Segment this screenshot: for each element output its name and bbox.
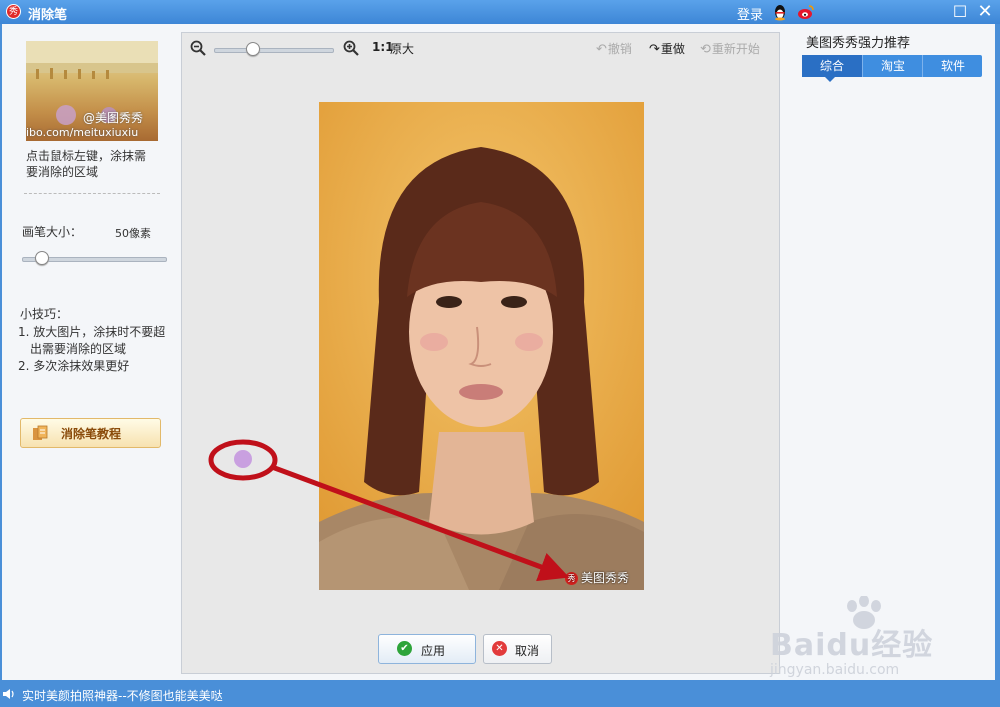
brush-size-value: 50像素	[115, 227, 151, 240]
cancel-button-label: 取消	[515, 644, 540, 658]
brush-size-slider-handle[interactable]	[35, 251, 50, 265]
tips-title: 小技巧：	[20, 307, 69, 321]
window-title: 消除笔	[28, 8, 68, 23]
maximize-button[interactable]: ☐	[950, 2, 970, 22]
recommend-title: 美图秀秀强力推荐	[806, 36, 911, 51]
brush-cursor	[234, 450, 252, 468]
status-text[interactable]: 实时美颜拍照神器--不修图也能美美哒	[22, 687, 223, 704]
status-bar: 实时美颜拍照神器--不修图也能美美哒	[0, 682, 1000, 707]
recommend-panel: 美图秀秀强力推荐 综合 淘宝 软件	[782, 24, 995, 680]
baidu-watermark-text: Baidu经验	[770, 628, 934, 663]
annotation-arrow	[271, 464, 570, 582]
thumbnail-logo: @美图秀秀	[83, 111, 144, 125]
recommend-tabs: 综合 淘宝 软件	[802, 55, 982, 77]
app-logo-icon: 秀	[6, 4, 21, 19]
baidu-watermark-url: jingyan.baidu.com	[770, 662, 900, 678]
instruction-text: 点击鼠标左键，涂抹需要消除的区域	[26, 149, 147, 179]
check-icon: ✔	[397, 641, 412, 656]
book-icon	[33, 425, 48, 440]
apply-button-label: 应用	[421, 644, 446, 658]
login-link[interactable]: 登录	[737, 4, 763, 23]
title-bar: 秀 消除笔 登录 ☐ ✕	[0, 0, 1000, 24]
tutorial-button-label: 消除笔教程	[61, 427, 122, 441]
left-panel: @美图秀秀 ibo.com/meituxiuxiu 点击鼠标左键，涂抹需要消除的…	[2, 24, 178, 680]
tab-ruanjian[interactable]: 软件	[922, 55, 983, 77]
brush-size-label: 画笔大小：	[22, 225, 83, 239]
cancel-button[interactable]: ✕ 取消	[483, 634, 552, 664]
divider	[24, 193, 160, 194]
tip-item: 出需要消除的区域	[30, 342, 127, 356]
weibo-icon[interactable]	[797, 3, 815, 21]
qq-penguin-icon[interactable]	[771, 3, 789, 21]
close-button[interactable]: ✕	[975, 2, 995, 22]
tab-zonghe[interactable]: 综合	[802, 55, 862, 77]
active-tab-pointer	[825, 77, 835, 82]
cancel-x-icon: ✕	[492, 641, 507, 656]
editor-window: @美图秀秀 ibo.com/meituxiuxiu 点击鼠标左键，涂抹需要消除的…	[2, 24, 995, 680]
tab-taobao[interactable]: 淘宝	[862, 55, 923, 77]
annotation-overlay	[208, 439, 570, 582]
tutorial-button[interactable]: 消除笔教程	[20, 418, 161, 448]
thumbnail-caption: ibo.com/meituxiuxiu	[26, 126, 139, 139]
tip-item: 1. 放大图片，涂抹时不要超	[18, 325, 166, 339]
apply-button[interactable]: ✔ 应用	[378, 634, 476, 664]
tips-list: 1. 放大图片，涂抹时不要超 出需要消除的区域 2. 多次涂抹效果更好	[18, 324, 168, 375]
canvas-panel: 1:1 原大 ↶撤销 ↷重做 ⟲重新开始 秀 美图秀秀 ✔ 应用 ✕ 取消	[181, 32, 780, 674]
preview-thumbnail: @美图秀秀 ibo.com/meituxiuxiu	[26, 41, 158, 141]
speaker-icon	[3, 689, 14, 699]
tip-item: 2. 多次涂抹效果更好	[18, 359, 130, 373]
